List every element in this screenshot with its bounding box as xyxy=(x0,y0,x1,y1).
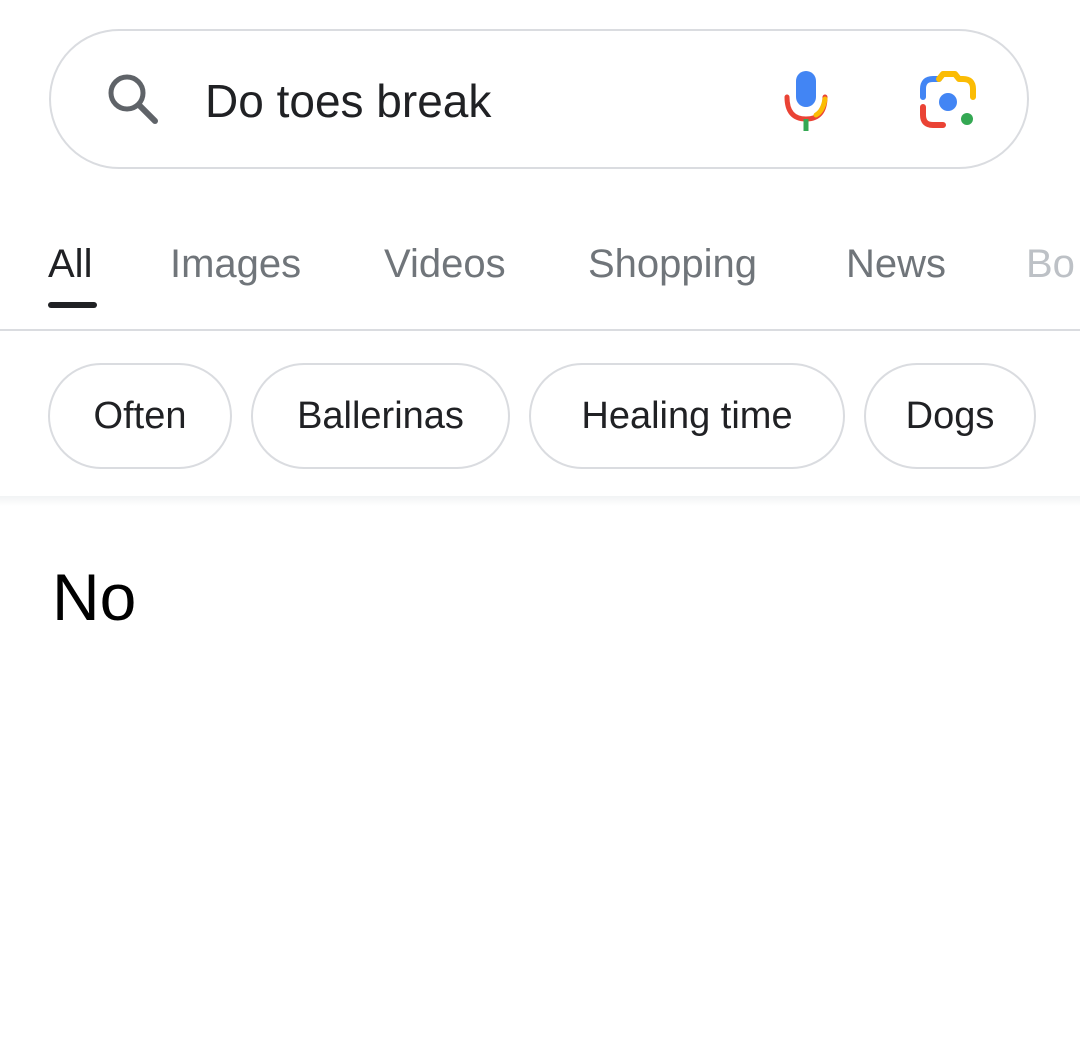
search-bar[interactable]: Do toes break xyxy=(49,29,1029,169)
tab-books-partial[interactable]: Bo xyxy=(1026,238,1075,290)
chip-often[interactable]: Often xyxy=(48,363,232,469)
tab-all[interactable]: All xyxy=(48,238,92,290)
tab-images[interactable]: Images xyxy=(170,238,301,290)
microphone-icon[interactable] xyxy=(781,69,831,135)
chip-healing-time[interactable]: Healing time xyxy=(529,363,845,469)
tab-news[interactable]: News xyxy=(846,238,946,290)
chip-dogs[interactable]: Dogs xyxy=(864,363,1036,469)
tabs-divider xyxy=(0,329,1080,331)
tab-videos[interactable]: Videos xyxy=(384,238,506,290)
chip-ballerinas[interactable]: Ballerinas xyxy=(251,363,510,469)
active-tab-indicator xyxy=(48,302,97,308)
featured-answer: No xyxy=(52,560,137,634)
search-tabs: All Images Videos Shopping News Bo xyxy=(0,222,1080,330)
search-input[interactable]: Do toes break xyxy=(205,71,491,131)
camera-lens-icon[interactable] xyxy=(917,71,979,133)
search-icon[interactable] xyxy=(103,69,163,129)
chips-divider-shadow xyxy=(0,496,1080,506)
tab-shopping[interactable]: Shopping xyxy=(588,238,757,290)
